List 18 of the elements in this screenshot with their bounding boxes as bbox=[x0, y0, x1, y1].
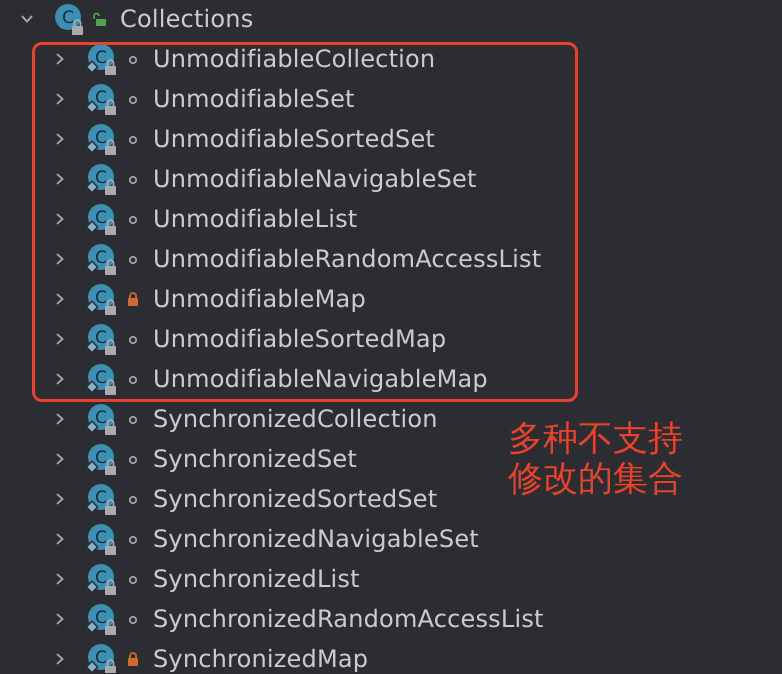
tree-item[interactable]: UnmodifiableSet bbox=[153, 85, 355, 113]
tree-item[interactable]: UnmodifiableSortedMap bbox=[153, 325, 446, 353]
tree-item[interactable]: SynchronizedSortedSet bbox=[153, 485, 438, 513]
tree-item[interactable]: SynchronizedList bbox=[153, 565, 360, 593]
tree-item[interactable]: UnmodifiableMap bbox=[153, 285, 366, 313]
tree-item[interactable]: UnmodifiableNavigableMap bbox=[153, 365, 488, 393]
tree-item[interactable]: UnmodifiableList bbox=[153, 205, 358, 233]
tree-item[interactable]: UnmodifiableNavigableSet bbox=[153, 165, 477, 193]
tree-item[interactable]: Collections bbox=[120, 5, 254, 33]
tree-item[interactable]: SynchronizedNavigableSet bbox=[153, 525, 479, 553]
tree-item[interactable]: SynchronizedRandomAccessList bbox=[153, 605, 544, 633]
tree-item[interactable]: SynchronizedSet bbox=[153, 445, 357, 473]
annotation-text: 多种不支持 修改的集合 bbox=[508, 419, 683, 499]
tree-item[interactable]: UnmodifiableCollection bbox=[153, 45, 436, 73]
tree-item[interactable]: SynchronizedMap bbox=[153, 645, 368, 673]
tree-item[interactable]: SynchronizedCollection bbox=[153, 405, 438, 433]
tree-item[interactable]: UnmodifiableSortedSet bbox=[153, 125, 436, 153]
tree-item[interactable]: UnmodifiableRandomAccessList bbox=[153, 245, 542, 273]
